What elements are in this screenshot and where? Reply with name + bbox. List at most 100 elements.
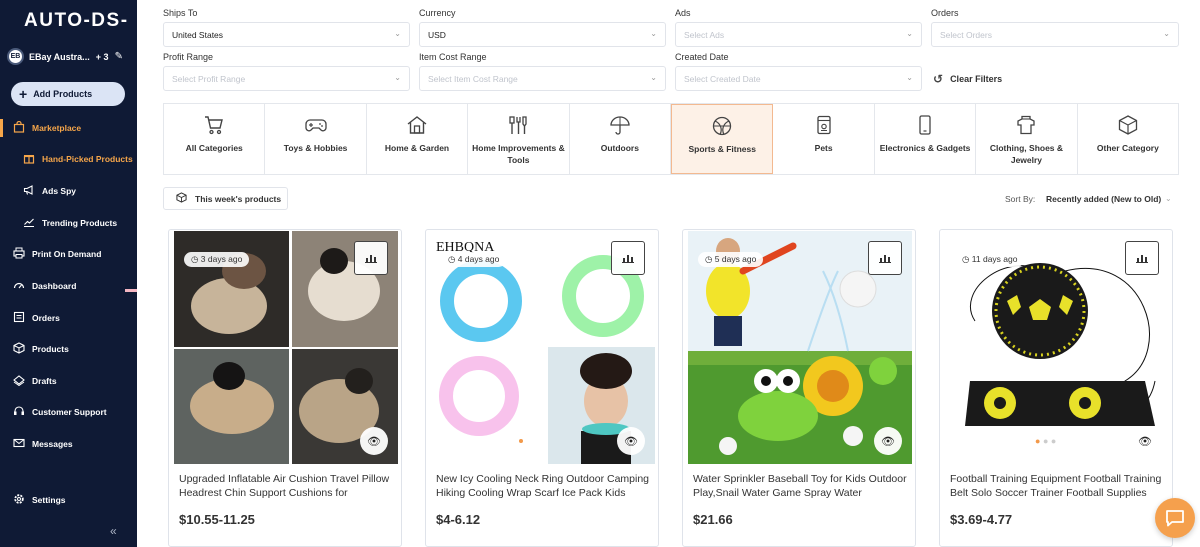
cart-icon <box>203 114 225 136</box>
product-price: $3.69-4.77 <box>950 512 1013 527</box>
sidebar-item-marketplace[interactable]: Marketplace <box>0 115 137 141</box>
envelope-icon <box>12 437 26 452</box>
eye-icon[interactable]: 👁 <box>1131 427 1159 455</box>
currency-select[interactable]: USD ⌄ <box>419 22 666 47</box>
gift-icon <box>22 152 36 167</box>
pencil-icon[interactable]: ✎ <box>115 51 123 62</box>
sidebar-item-dashboard[interactable]: Dashboard <box>0 273 137 299</box>
ships-to-select[interactable]: United States ⌄ <box>163 22 410 47</box>
chevron-down-icon: ⌄ <box>906 29 913 38</box>
sort-label: Sort By: <box>1005 194 1036 204</box>
analytics-button[interactable] <box>1125 241 1159 275</box>
chevron-down-icon: ⌄ <box>906 73 913 82</box>
category-clothing[interactable]: Clothing, Shoes & Jewelry <box>976 104 1078 174</box>
store-selector[interactable]: EB EBay Austra... + 3 ✎ <box>7 48 133 65</box>
item-cost-range-select[interactable]: Select Item Cost Range ⌄ <box>419 66 666 91</box>
analytics-button[interactable] <box>354 241 388 275</box>
sidebar-item-drafts[interactable]: Drafts <box>0 368 137 394</box>
eye-icon[interactable]: 👁 <box>874 427 902 455</box>
category-home-garden[interactable]: Home & Garden <box>367 104 469 174</box>
store-avatar: EB <box>7 48 24 65</box>
sidebar-item-hand-picked[interactable]: Hand-Picked Products <box>0 146 137 172</box>
add-products-button[interactable]: + Add Products <box>11 82 125 106</box>
profit-range-label: Profit Range <box>163 52 214 62</box>
app-logo[interactable]: AUTO-DS- <box>24 10 129 32</box>
tools-icon <box>507 114 529 136</box>
sidebar: AUTO-DS- EB EBay Austra... + 3 ✎ + Add P… <box>0 0 137 547</box>
sidebar-item-print-on-demand[interactable]: Print On Demand <box>0 241 137 267</box>
product-image[interactable]: ◷ 5 days ago 👁 <box>688 231 912 464</box>
sidebar-edge-accent <box>125 289 137 292</box>
analytics-button[interactable] <box>611 241 645 275</box>
chevron-down-icon[interactable]: ⌄ <box>1165 194 1172 203</box>
product-price: $21.66 <box>693 512 733 527</box>
chat-button[interactable] <box>1155 498 1195 538</box>
category-outdoors[interactable]: Outdoors <box>570 104 672 174</box>
collapse-sidebar-icon[interactable]: « <box>110 524 117 538</box>
sidebar-item-products[interactable]: Products <box>0 336 137 362</box>
sidebar-item-messages[interactable]: Messages <box>0 431 137 457</box>
eye-icon[interactable]: 👁 <box>617 427 645 455</box>
sidebar-item-orders[interactable]: Orders <box>0 305 137 331</box>
product-image[interactable]: ● ● ● ◷ 11 days ago 👁 <box>945 231 1169 464</box>
gauge-icon <box>12 279 26 294</box>
carousel-dots[interactable]: ● ● ● <box>1035 436 1056 446</box>
house-icon <box>406 114 428 136</box>
sidebar-item-ads-spy[interactable]: Ads Spy <box>0 178 137 204</box>
store-count: + 3 <box>95 51 109 62</box>
ships-to-label: Ships To <box>163 8 198 18</box>
product-card[interactable]: ◷ 3 days ago 👁 Upgraded Inflatable Air C… <box>168 229 402 547</box>
sort-select[interactable]: Recently added (New to Old) <box>1046 194 1161 204</box>
category-all[interactable]: All Categories <box>164 104 266 174</box>
chevron-down-icon: ⌄ <box>394 73 401 82</box>
analytics-button[interactable] <box>868 241 902 275</box>
product-title[interactable]: Upgraded Inflatable Air Cushion Travel P… <box>179 472 395 500</box>
bar-chart-icon <box>622 255 634 263</box>
created-age-badge: ◷ 11 days ago <box>955 252 1025 267</box>
currency-label: Currency <box>419 8 456 18</box>
box-icon <box>12 341 26 357</box>
sidebar-item-trending-products[interactable]: Trending Products <box>0 210 137 236</box>
gamepad-icon <box>304 114 327 136</box>
chevron-down-icon: ⌄ <box>394 29 401 38</box>
product-card[interactable]: EHBQNA ◷ 4 days ago 👁 New Icy Cooling Ne… <box>425 229 659 547</box>
created-date-select[interactable]: Select Created Date ⌄ <box>675 66 922 91</box>
ads-label: Ads <box>675 8 691 18</box>
sidebar-item-customer-support[interactable]: Customer Support <box>0 399 137 425</box>
created-age-badge: ◷ 3 days ago <box>184 252 250 267</box>
orders-select[interactable]: Select Orders ⌄ <box>931 22 1179 47</box>
bar-chart-icon <box>1136 255 1148 263</box>
orders-label: Orders <box>931 8 959 18</box>
category-sports-fitness[interactable]: Sports & Fitness <box>671 104 774 174</box>
product-title[interactable]: Water Sprinkler Baseball Toy for Kids Ou… <box>693 472 909 500</box>
product-image[interactable]: ◷ 3 days ago 👁 <box>174 231 398 464</box>
this-weeks-products-button[interactable]: This week's products <box>163 187 288 210</box>
category-electronics[interactable]: Electronics & Gadgets <box>875 104 977 174</box>
chat-icon <box>1166 510 1184 527</box>
sidebar-item-settings[interactable]: Settings <box>0 487 137 513</box>
box-icon <box>176 191 187 206</box>
product-price: $10.55-11.25 <box>179 512 255 527</box>
category-home-improvements[interactable]: Home Improvements & Tools <box>468 104 570 174</box>
product-card[interactable]: ● ● ● ◷ 11 days ago 👁 Football Training … <box>939 229 1173 547</box>
chevron-down-icon: ⌄ <box>650 73 657 82</box>
clear-filters-button[interactable]: ↺ Clear Filters <box>933 72 1002 86</box>
shirt-icon <box>1015 114 1037 136</box>
category-toys-hobbies[interactable]: Toys & Hobbies <box>265 104 367 174</box>
ads-select[interactable]: Select Ads ⌄ <box>675 22 922 47</box>
product-image[interactable]: EHBQNA ◷ 4 days ago 👁 <box>431 231 655 464</box>
chevron-down-icon: ⌄ <box>1163 29 1170 38</box>
product-title[interactable]: Football Training Equipment Football Tra… <box>950 472 1166 500</box>
category-bar: All Categories Toys & Hobbies Home & Gar… <box>163 103 1179 175</box>
cube-icon <box>1117 114 1139 136</box>
profit-range-select[interactable]: Select Profit Range ⌄ <box>163 66 410 91</box>
eye-icon[interactable]: 👁 <box>360 427 388 455</box>
bar-chart-icon <box>365 255 377 263</box>
ball-icon <box>711 115 733 137</box>
umbrella-icon <box>609 114 631 136</box>
category-other[interactable]: Other Category <box>1078 104 1178 174</box>
product-price: $4-6.12 <box>436 512 481 527</box>
product-title[interactable]: New Icy Cooling Neck Ring Outdoor Campin… <box>436 472 652 500</box>
category-pets[interactable]: Pets <box>773 104 875 174</box>
product-card[interactable]: ◷ 5 days ago 👁 Water Sprinkler Baseball … <box>682 229 916 547</box>
